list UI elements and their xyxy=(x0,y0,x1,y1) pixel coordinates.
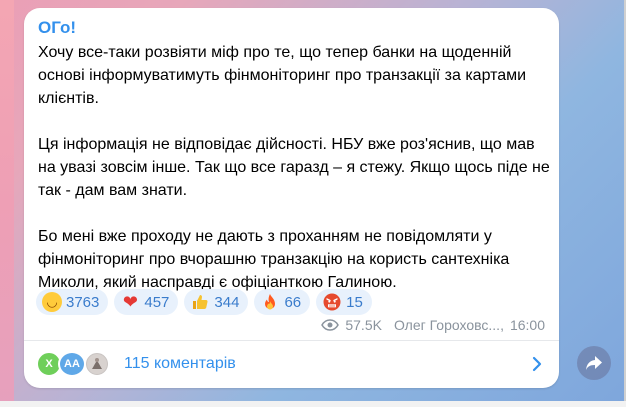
reaction-fire[interactable]: 66 xyxy=(254,289,311,315)
reaction-count: 344 xyxy=(214,293,240,311)
reaction-count: 66 xyxy=(284,293,302,311)
channel-name[interactable]: ОГо! xyxy=(38,18,76,38)
reaction-heart[interactable]: ❤ 457 xyxy=(114,289,179,315)
reactions-bar: ◡ 3763 ❤ 457 344 66 15 xyxy=(36,289,372,315)
view-count: 57.5K xyxy=(345,317,382,333)
fire-emoji-icon xyxy=(260,292,280,312)
share-arrow-icon xyxy=(586,356,602,370)
channel-post: ОГо! Хочу все-таки розвіяти міф про те, … xyxy=(24,8,559,388)
heart-emoji-icon: ❤ xyxy=(122,292,138,312)
comments-button[interactable]: Х AA 115 коментарів xyxy=(24,341,559,388)
avatar: AA xyxy=(58,351,86,377)
reaction-count: 457 xyxy=(144,293,170,311)
post-paragraph: Бо мені вже проходу не дають з проханням… xyxy=(38,228,510,291)
reaction-count: 3763 xyxy=(66,293,100,311)
thumbs-up-emoji-icon xyxy=(190,292,210,312)
chevron-right-icon xyxy=(532,356,542,372)
eye-icon xyxy=(321,319,340,331)
window-bottom-edge xyxy=(0,401,626,407)
post-time: 16:00 xyxy=(509,317,545,333)
post-meta: 57.5K Олег Гороховс..., 16:00 xyxy=(321,315,545,335)
reaction-thumbs-up[interactable]: 344 xyxy=(184,289,249,315)
post-text: Хочу все-таки розвіяти міф про те, що те… xyxy=(38,41,550,294)
reaction-laugh[interactable]: ◡ 3763 xyxy=(36,289,109,315)
reaction-angry[interactable]: 15 xyxy=(316,289,372,315)
post-signature: Олег Гороховс... xyxy=(393,317,501,333)
photo-avatar-icon xyxy=(87,354,107,374)
comments-count-label[interactable]: 115 коментарів xyxy=(124,354,236,374)
laughing-emoji-icon: ◡ xyxy=(42,292,62,312)
angry-face-emoji-icon xyxy=(322,292,342,312)
commenter-avatars: Х AA xyxy=(36,351,126,377)
share-button[interactable] xyxy=(577,346,611,380)
meta-separator: , xyxy=(500,317,504,333)
post-paragraph: Хочу все-таки розвіяти міф про те, що те… xyxy=(38,44,527,107)
post-paragraph: Ця інформація не відповідає дійсності. Н… xyxy=(38,136,550,199)
avatar xyxy=(84,351,110,377)
background-strip xyxy=(0,0,14,407)
reaction-count: 15 xyxy=(346,293,363,311)
